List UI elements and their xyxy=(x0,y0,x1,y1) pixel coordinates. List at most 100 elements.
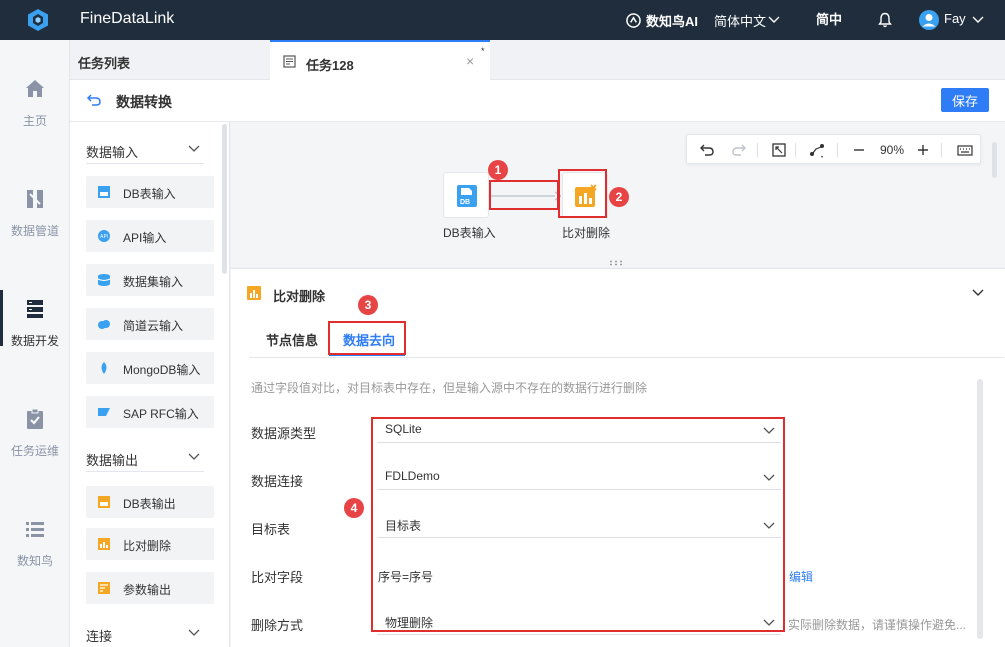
left-nav: 主页 数据管道 数据开发 任务运维 数知鸟 xyxy=(0,40,70,647)
tab-close-icon[interactable]: × xyxy=(466,53,474,69)
nav-item-pipeline[interactable]: 数据管道 xyxy=(0,188,70,278)
operator-api-input[interactable]: API API输入 xyxy=(86,220,214,252)
nav-label: 任务运维 xyxy=(10,444,59,458)
tab-strip: 任务列表 任务128 × * xyxy=(70,40,1005,80)
operator-label: DB表输出 xyxy=(123,497,176,511)
highlight-box-edge xyxy=(489,180,559,210)
nav-label: 数据开发 xyxy=(10,334,59,348)
canvas-scrollbar[interactable] xyxy=(992,142,997,178)
pipeline-icon xyxy=(27,190,43,208)
step-badge: 3 xyxy=(358,295,378,315)
dataset-icon xyxy=(97,274,111,286)
node-label: 比对删除 xyxy=(562,226,611,240)
operator-scrollbar[interactable] xyxy=(222,124,227,274)
back-arrow-icon[interactable] xyxy=(86,92,102,108)
highlight-box-fields xyxy=(371,417,785,632)
home-icon xyxy=(26,80,44,97)
edit-link[interactable]: 编辑 xyxy=(789,568,813,585)
step-badge: 1 xyxy=(488,160,508,180)
ai-assistant-button[interactable]: 数知鸟AI xyxy=(646,11,698,30)
operator-db-input[interactable]: DB表输入 xyxy=(86,176,214,208)
page-title: 数据转换 xyxy=(116,94,172,110)
user-name[interactable]: Fay xyxy=(944,11,966,26)
field-label: 数据源类型 xyxy=(251,426,317,441)
operator-sap-rfc-input[interactable]: SAP RFC输入 xyxy=(86,396,214,428)
task-list-title[interactable]: 任务列表 xyxy=(78,53,130,72)
chevron-down-icon xyxy=(188,629,200,636)
brand-name: FineDataLink xyxy=(80,10,175,27)
detail-scrollbar[interactable] xyxy=(977,379,983,639)
node-db-input[interactable]: DB xyxy=(443,172,489,218)
top-bar: FineDataLink 数知鸟AI 简体中文 简中 Fay xyxy=(0,0,1005,40)
step-badge: 4 xyxy=(344,498,364,518)
canvas-toolbar: 90% xyxy=(686,134,981,164)
section-data-input[interactable]: 数据输入 xyxy=(86,138,204,164)
operator-label: DB表输入 xyxy=(123,187,176,201)
db-output-icon xyxy=(98,496,110,508)
toolbar-separator xyxy=(837,143,838,157)
highlight-box-tab xyxy=(328,321,406,355)
operator-dataset-input[interactable]: 数据集输入 xyxy=(86,264,214,296)
ai-bird-icon xyxy=(626,13,641,28)
page-header: 数据转换 保存 xyxy=(70,80,1005,122)
fit-view-icon[interactable] xyxy=(771,142,787,158)
simplified-toggle[interactable]: 简中 xyxy=(816,9,842,28)
flow-canvas[interactable]: 90% DB DB表输入 1 2 比对删除 xyxy=(231,122,1005,267)
clipboard-check-icon xyxy=(27,408,43,429)
chevron-down-icon[interactable] xyxy=(972,289,984,297)
zoom-in-icon[interactable] xyxy=(915,142,931,158)
section-connect[interactable]: 连接 xyxy=(86,622,204,647)
chevron-down-icon xyxy=(768,16,780,23)
nav-item-shuzhiniao[interactable]: 数知鸟 xyxy=(0,518,70,608)
list-icon xyxy=(26,522,44,537)
api-icon: API xyxy=(98,230,110,242)
redo-icon[interactable] xyxy=(731,142,747,158)
section-label: 数据输入 xyxy=(86,145,139,160)
chevron-down-icon xyxy=(188,145,200,152)
detail-title: 比对删除 xyxy=(273,289,326,304)
field-label: 目标表 xyxy=(251,522,291,537)
field-label: 数据连接 xyxy=(251,474,304,489)
bell-icon[interactable] xyxy=(878,12,892,28)
field-label: 删除方式 xyxy=(251,618,304,633)
tab-divider xyxy=(249,357,1004,358)
tab-modified-mark: * xyxy=(481,46,485,56)
operator-label: 参数输出 xyxy=(123,583,172,597)
field-label: 比对字段 xyxy=(251,570,304,585)
undo-icon[interactable] xyxy=(699,142,715,158)
nav-item-ops[interactable]: 任务运维 xyxy=(0,408,70,498)
avatar-icon[interactable] xyxy=(918,9,940,31)
tab-node-info[interactable]: 节点信息 xyxy=(266,330,318,349)
task-doc-icon xyxy=(283,55,296,68)
step-badge: 2 xyxy=(609,187,629,207)
delete-mode-hint: 实际删除数据，请谨慎操作避免... xyxy=(788,618,967,632)
chevron-down-icon xyxy=(188,453,200,460)
resize-handle-icon[interactable] xyxy=(609,260,623,266)
language-selector[interactable]: 简体中文 xyxy=(714,11,766,30)
operator-param-output[interactable]: 参数输出 xyxy=(86,572,214,604)
section-label: 连接 xyxy=(86,629,113,644)
description-text: 通过字段值对比，对目标表中存在，但是输入源中不存在的数据行进行删除 xyxy=(251,381,648,395)
zoom-out-icon[interactable] xyxy=(851,142,867,158)
operator-label: 数据集输入 xyxy=(123,275,184,289)
operator-db-output[interactable]: DB表输出 xyxy=(86,486,214,518)
operator-label: MongoDB输入 xyxy=(123,363,201,377)
operator-label: 比对删除 xyxy=(123,539,172,553)
section-data-output[interactable]: 数据输出 xyxy=(86,446,204,472)
operator-compare-delete[interactable]: 比对删除 xyxy=(86,528,214,560)
operator-jiandaoyun-input[interactable]: 简道云输入 xyxy=(86,308,214,340)
auto-layout-icon[interactable] xyxy=(809,142,825,158)
nav-item-data-dev[interactable]: 数据开发 xyxy=(0,290,70,388)
nav-item-home[interactable]: 主页 xyxy=(0,78,70,168)
save-button[interactable]: 保存 xyxy=(941,88,989,112)
nav-label: 主页 xyxy=(22,114,47,128)
operator-mongodb-input[interactable]: MongoDB输入 xyxy=(86,352,214,384)
fdl-logo-icon xyxy=(28,9,48,31)
keyboard-icon[interactable] xyxy=(957,142,973,158)
toolbar-separator xyxy=(941,143,942,157)
tab-task128[interactable]: 任务128 × * xyxy=(270,40,490,80)
svg-text:API: API xyxy=(100,234,108,240)
section-label: 数据输出 xyxy=(86,453,139,468)
nav-label: 数知鸟 xyxy=(16,554,53,568)
operator-panel: 数据输入 DB表输入 API API输入 数据集输入 简道云输入 MongoDB… xyxy=(70,122,230,647)
